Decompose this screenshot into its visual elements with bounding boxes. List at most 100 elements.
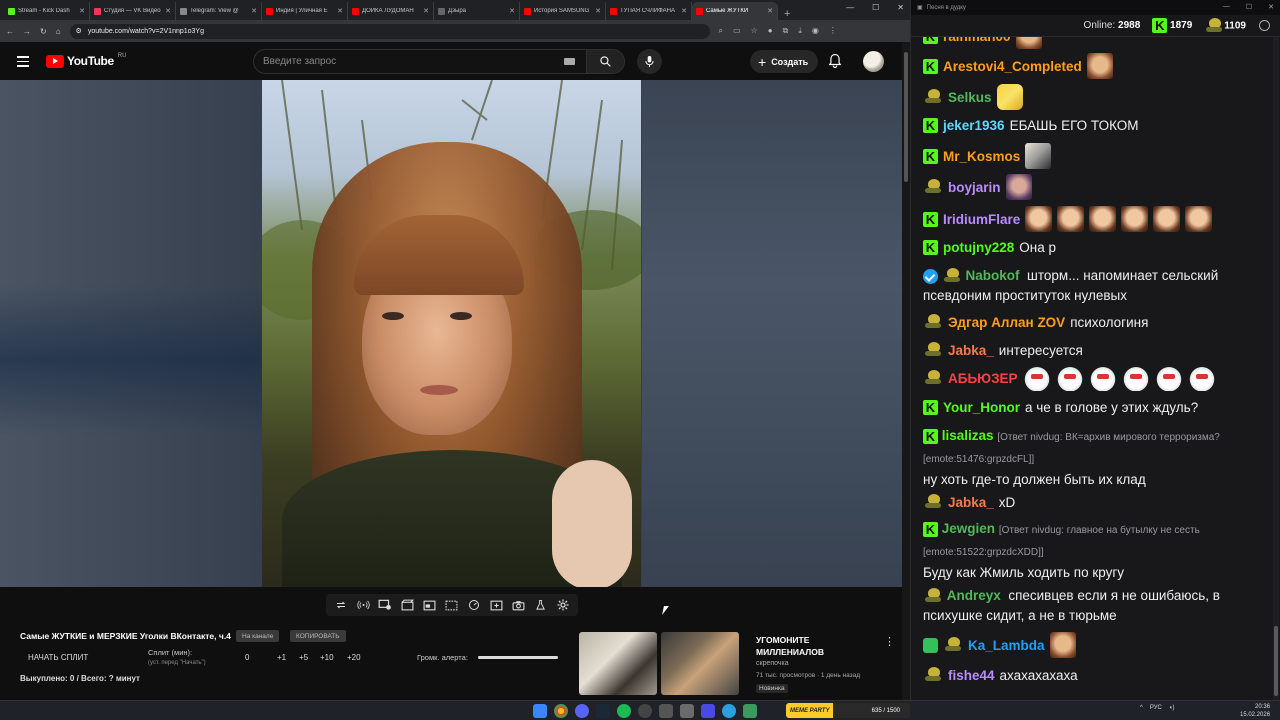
flask-icon[interactable]	[534, 598, 548, 612]
start-split-button[interactable]: НАЧАТЬ СПЛИТ	[28, 653, 88, 662]
close-icon[interactable]: ✕	[423, 7, 429, 15]
close-icon[interactable]: ✕	[337, 7, 343, 15]
home-icon[interactable]: ⌂	[56, 27, 61, 36]
browser-tab[interactable]: Stream - Kick Dash ✕	[4, 2, 90, 20]
forward-icon[interactable]: →	[23, 27, 31, 36]
search-icon[interactable]: ⌕	[719, 26, 723, 36]
settings-icon[interactable]	[1259, 20, 1270, 31]
obs-icon[interactable]	[638, 704, 652, 718]
create-button[interactable]: + Создать	[750, 50, 819, 73]
page-scrollbar[interactable]	[902, 42, 910, 700]
app-icon[interactable]	[659, 704, 673, 718]
browser-tab[interactable]: История SAMSUNG ✕	[520, 2, 606, 20]
scrollbar-thumb[interactable]	[904, 52, 908, 182]
cast-icon[interactable]: ▭	[733, 26, 741, 36]
minimize-icon[interactable]: —	[846, 3, 854, 12]
recommendation-thumbnail[interactable]	[661, 632, 739, 695]
pip-icon[interactable]	[423, 598, 437, 612]
star-icon[interactable]: ☆	[751, 26, 758, 36]
close-icon[interactable]: ✕	[681, 7, 687, 15]
language-indicator[interactable]: РУС	[1150, 705, 1162, 711]
media-player-icon[interactable]	[701, 704, 715, 718]
extension-icon[interactable]: ●	[768, 26, 773, 36]
split-add-1-button[interactable]: +1	[277, 653, 286, 662]
steam-icon[interactable]	[596, 704, 610, 718]
chat-message: Jabka_ xD	[923, 494, 1015, 510]
profile-icon[interactable]: ◉	[812, 26, 819, 36]
recommendation-title[interactable]: УГОМОНИТЕ МИЛЛЕНИАЛОВ	[756, 634, 866, 658]
broadcast-icon[interactable]	[356, 598, 370, 612]
video-player[interactable]	[0, 80, 902, 587]
close-icon[interactable]: ✕	[595, 7, 601, 15]
site-info-icon[interactable]: ⚙	[76, 27, 82, 35]
loop-icon[interactable]	[334, 598, 348, 612]
url-field[interactable]: ⚙ youtube.com/watch?v=2V1nnp1o3Yg	[69, 23, 710, 39]
maximize-icon[interactable]: ☐	[872, 3, 879, 12]
screen-share-icon[interactable]	[378, 598, 392, 612]
recommendation-channel[interactable]: скрепочка	[756, 660, 789, 667]
copy-button[interactable]: КОПИРОВАТЬ	[290, 630, 346, 642]
spotify-icon[interactable]	[617, 704, 631, 718]
download-icon[interactable]: ⤓	[798, 26, 802, 36]
scrollbar-thumb[interactable]	[1274, 626, 1278, 696]
discord-icon[interactable]	[575, 704, 589, 718]
notifications-button[interactable]	[828, 53, 842, 74]
emote	[1185, 206, 1213, 232]
split-add-5-button[interactable]: +5	[299, 653, 308, 662]
browser-tab[interactable]: Студия — VK Видео ✕	[90, 2, 176, 20]
close-window-icon[interactable]: ✕	[897, 3, 904, 12]
minimize-icon[interactable]: —	[1223, 3, 1230, 11]
maximize-icon[interactable]: ☐	[1246, 3, 1252, 11]
puzzle-icon[interactable]: ⧉	[783, 26, 789, 36]
app-icon[interactable]	[680, 704, 694, 718]
camera-icon[interactable]	[511, 598, 525, 612]
chevron-up-icon[interactable]: ^	[1140, 705, 1143, 711]
emote	[1153, 206, 1181, 232]
add-clip-icon[interactable]	[489, 598, 503, 612]
browser-tab-active[interactable]: Самые ЖУТКИ ✕	[692, 2, 778, 20]
browser-tab[interactable]: Дзыра ✕	[434, 2, 520, 20]
split-add-20-button[interactable]: +20	[347, 653, 361, 662]
search-button[interactable]	[586, 50, 624, 73]
split-add-10-button[interactable]: +10	[320, 653, 334, 662]
clapperboard-icon[interactable]	[401, 598, 415, 612]
clock[interactable]: 20:36 15.02.2026	[1240, 703, 1270, 719]
tab-bar: Stream - Kick Dash ✕ Студия — VK Видео ✕ T…	[0, 0, 910, 20]
windows-start-icon[interactable]	[533, 704, 547, 718]
browser-tab[interactable]: Индия | Уличная Е ✕	[262, 2, 348, 20]
close-icon[interactable]: ✕	[251, 7, 257, 15]
keyboard-icon[interactable]	[564, 58, 575, 65]
avatar[interactable]	[863, 51, 884, 72]
browser-tab[interactable]: Telegram: View @ ✕	[176, 2, 262, 20]
subtitles-icon[interactable]	[445, 598, 459, 612]
chrome-icon[interactable]	[554, 704, 568, 718]
channel-chip[interactable]: На канале	[236, 630, 280, 642]
search-input[interactable]	[254, 56, 564, 67]
browser-tab[interactable]: ДОЙКА ЛУДОМАН ✕	[348, 2, 434, 20]
close-icon[interactable]: ✕	[165, 7, 171, 15]
more-options-icon[interactable]: ⋮	[884, 635, 895, 648]
reload-icon[interactable]: ↻	[40, 27, 47, 36]
chat-stats-header: Online: 2988 K 1879 1109	[911, 15, 1280, 37]
app-icon[interactable]	[743, 704, 757, 718]
speed-icon[interactable]	[467, 598, 481, 612]
recommendation-thumbnail[interactable]	[579, 632, 657, 695]
chat-scrollbar[interactable]	[1273, 37, 1279, 700]
emote	[1015, 37, 1042, 49]
youtube-logo[interactable]: YouTube RU	[46, 53, 126, 68]
close-icon[interactable]: ✕	[79, 7, 85, 15]
close-icon[interactable]: ✕	[509, 7, 515, 15]
telegram-icon[interactable]	[722, 704, 736, 718]
menu-icon[interactable]	[17, 56, 29, 70]
meme-party-widget[interactable]: MEME PARTY 635 / 1500	[786, 703, 910, 718]
volume-icon[interactable]: ◖)	[1169, 705, 1175, 711]
gear-icon[interactable]	[556, 598, 570, 612]
back-icon[interactable]: ←	[6, 27, 14, 36]
alert-volume-slider[interactable]	[478, 656, 558, 659]
browser-tab[interactable]: ТУПАЯ СЧЛИФАНА ✕	[606, 2, 692, 20]
voice-search-button[interactable]	[637, 49, 662, 74]
close-window-icon[interactable]: ✕	[1268, 3, 1274, 11]
new-tab-button[interactable]: +	[784, 8, 798, 20]
menu-icon[interactable]: ⋮	[829, 26, 837, 36]
close-icon[interactable]: ✕	[767, 7, 773, 15]
